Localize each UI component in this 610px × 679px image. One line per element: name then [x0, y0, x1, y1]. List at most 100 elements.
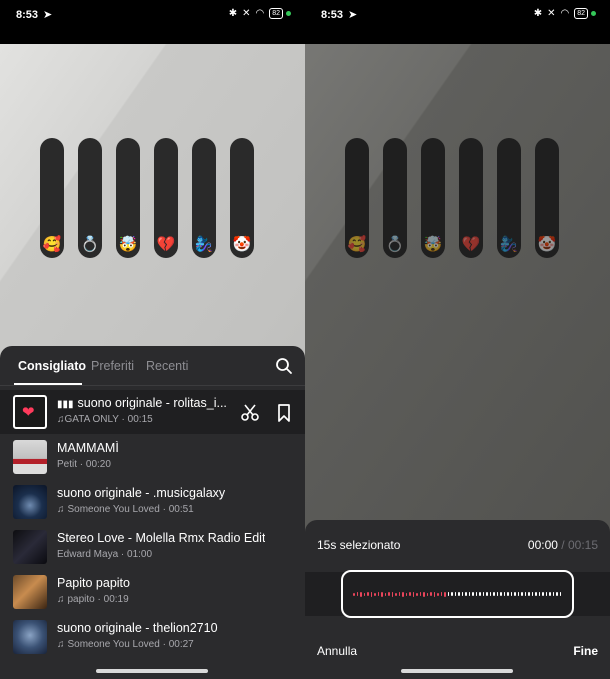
song-subtitle-text: papito · 00:19	[67, 594, 129, 605]
waveform-bar	[514, 592, 516, 596]
home-indicator[interactable]	[96, 669, 208, 673]
waveform-bar	[363, 592, 365, 596]
active-tab-underline	[14, 383, 82, 385]
emoji-icon: 💍	[80, 236, 100, 253]
waveform-bar	[500, 592, 502, 596]
emoji-icon: 🤡	[232, 236, 252, 253]
search-icon[interactable]	[275, 357, 293, 375]
song-thumbnail: ❤	[13, 395, 47, 429]
waveform-bar	[353, 592, 355, 596]
music-note-icon: ♫	[57, 414, 65, 425]
song-thumbnail	[13, 575, 47, 609]
emoji-slider[interactable]: 🥰	[40, 138, 64, 258]
waveform-bar	[419, 592, 421, 596]
status-bar: 8:53 ➤ ✱ ✕ ◠ 82	[305, 0, 610, 44]
song-subtitle: ♫ Someone You Loved · 00:51	[57, 504, 194, 515]
song-row[interactable]: MAMMAMÌ Petit · 00:20	[0, 435, 305, 479]
song-title: suono originale - .musicgalaxy	[57, 486, 226, 500]
waveform-bar	[388, 592, 390, 596]
emoji-icon: 🧞‍♀️	[499, 236, 519, 253]
emoji-icon: 💔	[156, 236, 176, 253]
song-thumbnail	[13, 530, 47, 564]
emoji-icon: 🧞‍♀️	[194, 236, 214, 253]
song-title: ▮▮▮ suono originale - rolitas_i...	[57, 396, 227, 410]
emoji-icon: 💔	[461, 236, 481, 253]
song-title: Papito papito	[57, 576, 130, 590]
waveform-bar	[475, 592, 477, 596]
waveform-bar	[535, 592, 537, 596]
waveform-bar	[542, 592, 544, 596]
waveform-bar	[444, 591, 446, 597]
emoji-slider[interactable]: 🧞‍♀️	[192, 138, 216, 258]
trim-selection-box[interactable]	[341, 570, 574, 618]
song-row[interactable]: Papito papito ♫ papito · 00:19	[0, 570, 305, 614]
music-panel: Consigliato Preferiti Recenti ❤ ▮▮▮ suono…	[0, 346, 305, 679]
music-note-icon: ♫	[57, 594, 65, 605]
song-subtitle: ♫ Someone You Loved · 00:27	[57, 639, 194, 650]
waveform-bar	[479, 592, 481, 596]
scissors-icon[interactable]	[240, 404, 260, 422]
song-row[interactable]: suono originale - .musicgalaxy ♫ Someone …	[0, 480, 305, 524]
waveform-bar	[381, 591, 383, 597]
waveform-bar	[395, 592, 397, 596]
song-subtitle-text: Someone You Loved · 00:51	[67, 504, 194, 515]
emoji-icon: 🤡	[537, 236, 557, 253]
emoji-icon: 💍	[385, 236, 405, 253]
emoji-icon: 🥰	[42, 236, 62, 253]
waveform-bar	[391, 591, 393, 597]
emoji-slider: 💍	[383, 138, 407, 258]
bookmark-icon[interactable]	[276, 404, 292, 422]
emoji-slider[interactable]: 🤡	[230, 138, 254, 258]
waveform-bar	[468, 592, 470, 596]
emoji-slider[interactable]: 🤯	[116, 138, 140, 258]
wifi-icon: ◠	[560, 8, 572, 19]
selected-song-row[interactable]: ❤ ▮▮▮ suono originale - rolitas_i... ♫GAT…	[0, 390, 305, 434]
waveform-bar	[377, 592, 379, 596]
status-icons: ✱ ✕ ◠ 82	[229, 8, 291, 19]
tab-preferiti[interactable]: Preferiti	[91, 359, 134, 373]
current-time: 00:00	[527, 538, 558, 552]
waveform-bar	[538, 592, 540, 596]
status-time: 8:53	[16, 9, 39, 21]
song-title: Stereo Love - Molella Rmx Radio Edit	[57, 531, 266, 545]
tab-recenti[interactable]: Recenti	[146, 359, 188, 373]
waveform-bar	[367, 592, 369, 596]
emoji-slider[interactable]: 💔	[154, 138, 178, 258]
song-row[interactable]: suono originale - thelion2710 ♫ Someone Y…	[0, 615, 305, 659]
heart-icon: ❤	[22, 404, 35, 421]
emoji-slider: 🥰	[345, 138, 369, 258]
waveform	[353, 572, 561, 616]
telegram-icon: ➤	[348, 9, 358, 21]
song-title: MAMMAMÌ	[57, 441, 119, 455]
equalizer-icon: ▮▮▮	[57, 399, 74, 410]
song-subtitle: Edward Maya · 01:00	[57, 549, 153, 560]
waveform-bar	[517, 592, 519, 596]
emoji-icon: 🥰	[347, 236, 367, 253]
time-separator: /	[561, 538, 565, 552]
emoji-icon: 🤯	[118, 236, 138, 253]
music-note-icon: ♫	[57, 504, 65, 515]
home-indicator[interactable]	[401, 669, 513, 673]
song-thumbnail	[13, 485, 47, 519]
waveform-bar	[433, 591, 435, 597]
vibrate-icon: ✕	[242, 8, 253, 19]
waveform-bar	[461, 592, 463, 596]
done-button[interactable]: Fine	[573, 644, 598, 658]
waveform-bar	[545, 592, 547, 596]
waveform-bar	[507, 592, 509, 596]
emoji-slider[interactable]: 💍	[78, 138, 102, 258]
tab-consigliato[interactable]: Consigliato	[18, 359, 86, 373]
emoji-icon: 🤯	[423, 236, 443, 253]
waveform-bar	[496, 592, 498, 596]
waveform-track[interactable]	[305, 570, 610, 618]
waveform-bar	[552, 592, 554, 596]
waveform-bar	[458, 592, 460, 596]
status-icons: ✱ ✕ ◠ 82	[534, 8, 596, 19]
waveform-bar	[556, 592, 558, 596]
song-row[interactable]: Stereo Love - Molella Rmx Radio Edit Edw…	[0, 525, 305, 569]
cancel-button[interactable]: Annulla	[317, 644, 357, 658]
waveform-bar	[370, 591, 372, 597]
vibrate-icon: ✕	[547, 8, 558, 19]
waveform-bar	[384, 592, 386, 596]
waveform-bar	[486, 592, 488, 596]
